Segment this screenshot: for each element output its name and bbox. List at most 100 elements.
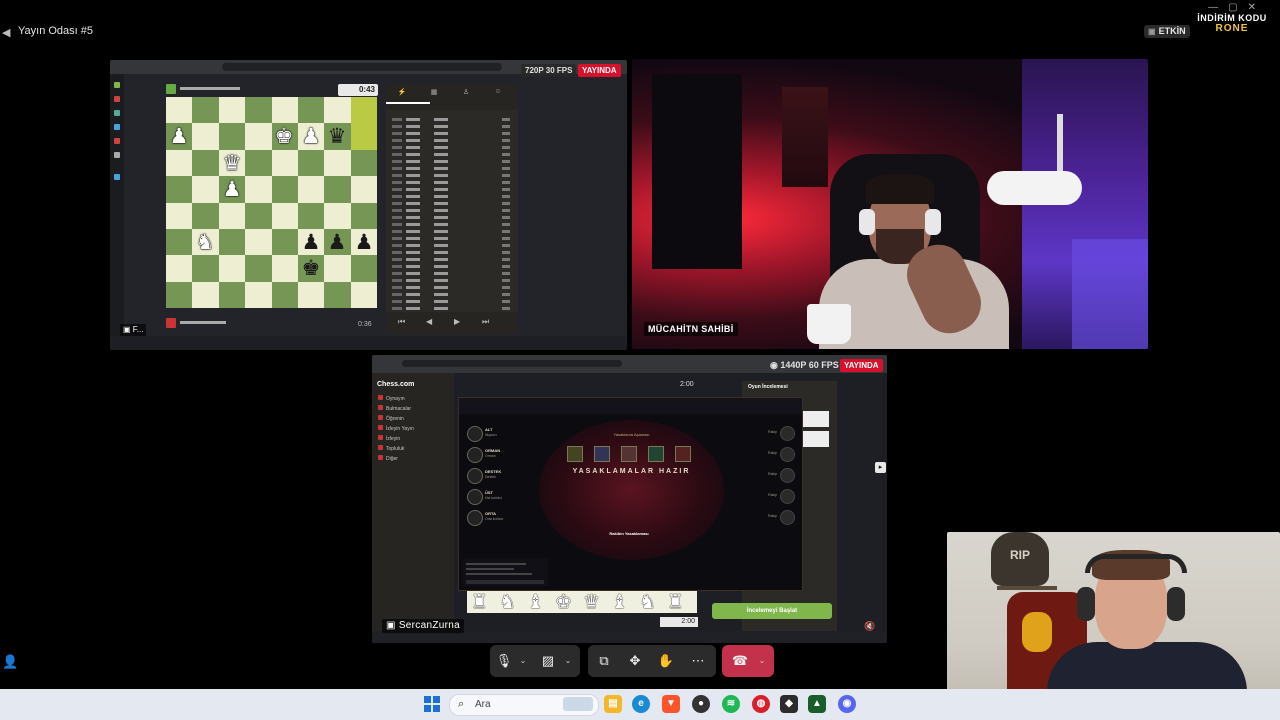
site-nav-item[interactable]: Oynayın — [378, 395, 405, 402]
champion-ban-slot[interactable] — [621, 446, 637, 462]
move-row[interactable] — [392, 188, 510, 193]
site-nav-item[interactable]: İzleyin — [378, 435, 400, 442]
tab-new-game-icon[interactable]: ▦ — [424, 88, 444, 96]
black-queen-piece[interactable]: ♛ — [324, 123, 350, 149]
move-row[interactable] — [392, 195, 510, 200]
file-explorer-icon[interactable]: ▤ — [604, 695, 622, 713]
white-pawn-piece[interactable]: ♟ — [219, 176, 245, 202]
site-nav-item[interactable]: Bulmacalar — [378, 405, 411, 412]
move-row[interactable] — [392, 272, 510, 277]
move-row[interactable] — [392, 118, 510, 123]
app-icon[interactable]: ◆ — [780, 695, 798, 713]
window-controls[interactable]: —▢✕ — [1208, 2, 1266, 13]
soundboard-icon[interactable]: ✋ — [652, 645, 680, 677]
move-row[interactable] — [392, 251, 510, 256]
board-square[interactable] — [245, 202, 272, 229]
start-button[interactable] — [424, 696, 440, 712]
board-square[interactable] — [350, 97, 377, 124]
board-square[interactable] — [245, 255, 272, 282]
move-row[interactable] — [392, 202, 510, 207]
weather-widget[interactable] — [563, 697, 593, 711]
board-square[interactable] — [271, 255, 298, 282]
black-pawn-piece[interactable]: ♟ — [324, 229, 350, 255]
brave-browser-icon[interactable]: ▼ — [662, 695, 680, 713]
invite-person-icon[interactable]: 👤 — [2, 654, 18, 670]
board-square[interactable] — [166, 281, 193, 308]
obs-icon[interactable]: ● — [692, 695, 710, 713]
move-row[interactable] — [392, 181, 510, 186]
move-row[interactable] — [392, 132, 510, 137]
board-square[interactable] — [218, 202, 246, 229]
board-square[interactable] — [192, 281, 219, 308]
board-square[interactable] — [271, 176, 298, 203]
board-square[interactable] — [166, 255, 193, 282]
chat-box[interactable] — [463, 558, 548, 586]
chess-screen-share-tile[interactable]: 0:43 ♟ ♚ ♟ ♛ ♛ ♟ ♞ ♟ ♟ ♟ ♚ 0:36 ⚡ ▦ ♙ ☺ … — [110, 60, 627, 350]
move-row[interactable] — [392, 216, 510, 221]
black-pawn-piece[interactable]: ♟ — [298, 229, 324, 255]
white-pawn-piece[interactable]: ♟ — [166, 123, 192, 149]
black-king-piece[interactable]: ♚ — [298, 255, 324, 281]
move-row[interactable] — [392, 230, 510, 235]
more-options-icon[interactable]: ⋯ — [684, 645, 712, 677]
champion-ban-slot[interactable] — [567, 446, 583, 462]
board-square[interactable] — [192, 176, 219, 203]
board-square[interactable] — [297, 202, 325, 229]
board-square[interactable] — [271, 97, 298, 124]
move-row[interactable] — [392, 279, 510, 284]
microphone-icon[interactable]: 🎙 — [490, 645, 518, 677]
board-square[interactable] — [218, 123, 246, 150]
board-square[interactable] — [350, 255, 377, 282]
move-row[interactable] — [392, 237, 510, 242]
leave-options-chevron-icon[interactable]: ⌄ — [754, 645, 770, 677]
board-square[interactable] — [245, 228, 272, 256]
board-square[interactable] — [166, 202, 193, 229]
board-square[interactable] — [324, 202, 351, 229]
board-square[interactable] — [271, 281, 298, 308]
site-nav-item[interactable]: Diğer — [378, 455, 398, 462]
board-square[interactable] — [166, 228, 193, 256]
board-square[interactable] — [192, 255, 219, 282]
move-row[interactable] — [392, 146, 510, 151]
board-square[interactable] — [350, 202, 377, 229]
mic-options-chevron-icon[interactable]: ⌄ — [515, 645, 531, 677]
board-square[interactable] — [271, 202, 298, 229]
black-pawn-piece[interactable]: ♟ — [351, 229, 377, 255]
white-knight-piece[interactable]: ♞ — [192, 229, 218, 255]
board-square[interactable] — [166, 176, 193, 203]
board-square[interactable] — [166, 149, 193, 177]
board-square[interactable] — [350, 123, 377, 150]
move-row[interactable] — [392, 167, 510, 172]
board-square[interactable] — [245, 176, 272, 203]
board-square[interactable] — [324, 97, 351, 124]
board-square[interactable] — [192, 202, 219, 229]
champion-ban-slot[interactable] — [594, 446, 610, 462]
white-pawn-piece[interactable]: ♟ — [298, 123, 324, 149]
board-square[interactable] — [324, 255, 351, 282]
board-square[interactable] — [350, 176, 377, 203]
board-square[interactable] — [350, 149, 377, 177]
next-move-icon[interactable]: ▶ — [454, 317, 460, 326]
board-square[interactable] — [245, 149, 272, 177]
move-row[interactable] — [392, 223, 510, 228]
board-square[interactable] — [297, 281, 325, 308]
last-move-icon[interactable]: ⏭ — [482, 317, 489, 327]
board-square[interactable] — [218, 228, 246, 256]
move-row[interactable] — [392, 244, 510, 249]
move-row[interactable] — [392, 286, 510, 291]
tab-games-icon[interactable]: ♙ — [456, 88, 476, 96]
board-square[interactable] — [297, 97, 325, 124]
move-row[interactable] — [392, 265, 510, 270]
white-queen-piece[interactable]: ♛ — [219, 150, 245, 176]
discord-icon[interactable]: ◉ — [838, 695, 856, 713]
board-square[interactable] — [297, 176, 325, 203]
site-nav-item[interactable]: Öğrenin — [378, 415, 404, 422]
board-square[interactable] — [218, 97, 246, 124]
board-square[interactable] — [324, 281, 351, 308]
app-icon[interactable]: ▲ — [808, 695, 826, 713]
camera-options-chevron-icon[interactable]: ⌄ — [560, 645, 576, 677]
site-nav-item[interactable]: İzleyin Yayın — [378, 425, 414, 432]
share-screen-icon[interactable]: ⧉ — [590, 645, 618, 677]
activities-icon[interactable]: ✥ — [621, 645, 649, 677]
board-square[interactable] — [324, 149, 351, 177]
